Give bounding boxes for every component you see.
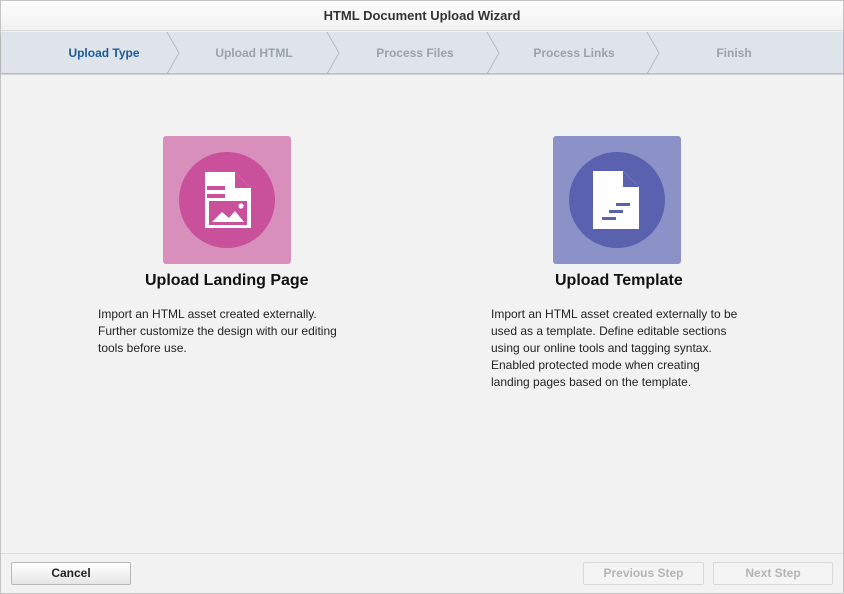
template-tile[interactable] [553,136,681,264]
cancel-button[interactable]: Cancel [11,562,131,585]
step-upload-html[interactable]: Upload HTML [173,32,335,74]
wizard-footer: Cancel Previous Step Next Step [1,553,843,593]
next-step-button[interactable]: Next Step [713,562,833,585]
landing-page-tile[interactable] [163,136,291,264]
content-area: Upload Landing Page Import an HTML asset… [1,75,843,553]
step-separator-icon [486,32,500,74]
template-description: Import an HTML asset created externally … [491,307,738,389]
step-finish[interactable]: Finish [653,32,815,74]
window-title: HTML Document Upload Wizard [1,1,843,31]
step-separator-icon [646,32,660,74]
wizard-dialog: HTML Document Upload Wizard Upload Type … [0,0,844,594]
step-separator-icon [326,32,340,74]
step-breadcrumb: Upload Type Upload HTML Process Files Pr… [1,32,843,74]
step-process-files[interactable]: Process Files [334,32,496,74]
step-process-links[interactable]: Process Links [493,32,655,74]
landing-page-description: Import an HTML asset created externally.… [98,307,337,355]
template-document-icon [593,171,639,229]
step-separator-icon [166,32,180,74]
landing-page-document-icon [205,172,251,228]
previous-step-button[interactable]: Previous Step [583,562,704,585]
template-title: Upload Template [555,272,683,289]
landing-page-title: Upload Landing Page [145,272,309,289]
step-upload-type[interactable]: Upload Type [23,32,185,74]
